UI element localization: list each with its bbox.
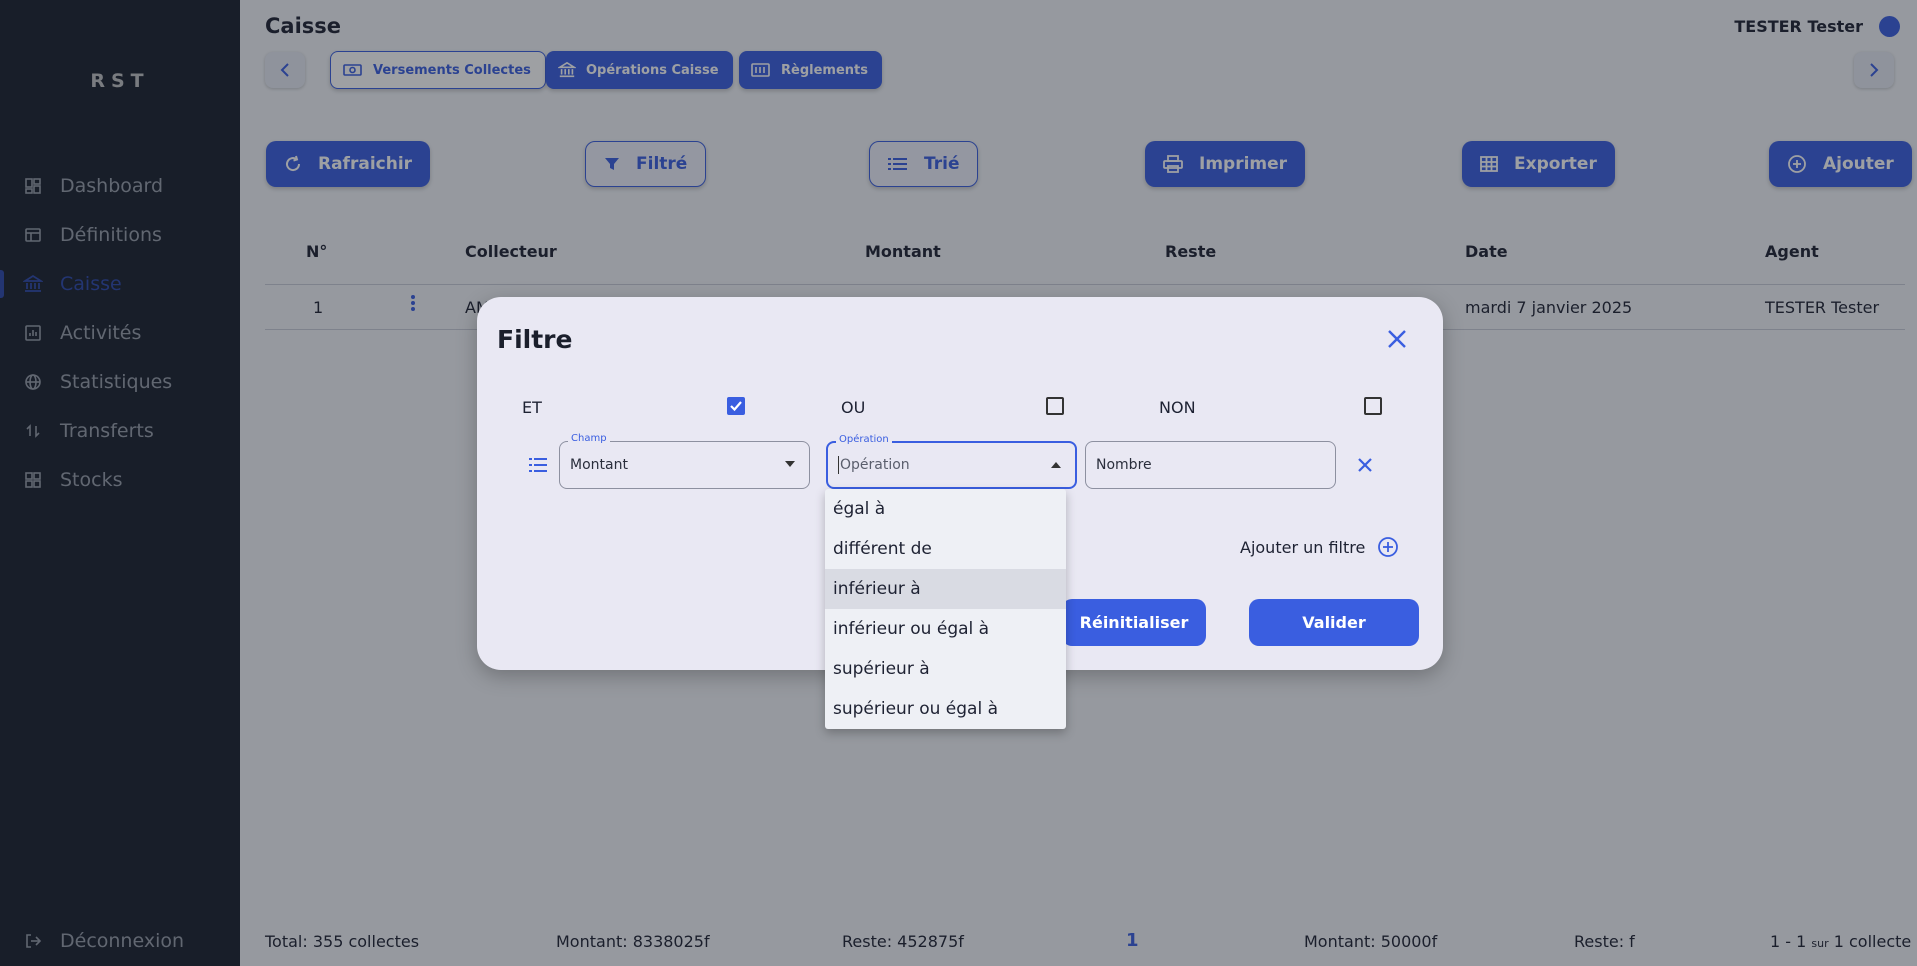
- add-filter-label: Ajouter un filtre: [1240, 537, 1366, 557]
- value-input[interactable]: Nombre: [1085, 441, 1336, 489]
- text-cursor: [838, 456, 839, 474]
- plus-circle-icon: [1377, 536, 1399, 558]
- list-icon: [529, 458, 547, 472]
- sidebar-backdrop: [0, 0, 240, 966]
- operation-placeholder: Opération: [840, 457, 910, 473]
- validate-button[interactable]: Valider: [1249, 599, 1419, 646]
- close-button[interactable]: [1387, 329, 1407, 349]
- logic-ou-label: OU: [841, 398, 866, 417]
- remove-filter-button[interactable]: [1357, 457, 1373, 477]
- option-superieur-egal[interactable]: supérieur ou égal à: [825, 689, 1066, 729]
- check-icon: [730, 401, 742, 412]
- logic-et-label: ET: [522, 398, 542, 417]
- reset-button[interactable]: Réinitialiser: [1062, 599, 1206, 646]
- operation-dropdown-menu: égal à différent de inférieur à inférieu…: [825, 489, 1066, 729]
- logic-ou-checkbox[interactable]: [1046, 397, 1064, 415]
- drag-handle[interactable]: [529, 457, 547, 476]
- logic-non-label: NON: [1159, 398, 1196, 417]
- operation-select[interactable]: Opération Opération: [826, 434, 1077, 489]
- option-different[interactable]: différent de: [825, 529, 1066, 569]
- operation-label: Opération: [836, 434, 892, 445]
- logic-non-checkbox[interactable]: [1364, 397, 1382, 415]
- close-icon: [1388, 330, 1406, 348]
- chevron-down-icon: [785, 461, 795, 467]
- option-egal[interactable]: égal à: [825, 489, 1066, 529]
- logic-et-checkbox[interactable]: [727, 397, 745, 415]
- option-inferieur[interactable]: inférieur à: [825, 569, 1066, 609]
- dialog-title: Filtre: [497, 325, 573, 354]
- close-icon: [1358, 458, 1372, 472]
- chevron-up-icon: [1051, 462, 1061, 468]
- champ-value: Montant: [570, 457, 628, 473]
- add-filter-button[interactable]: Ajouter un filtre: [1240, 536, 1399, 558]
- value-placeholder: Nombre: [1096, 457, 1152, 473]
- champ-select[interactable]: Champ Montant: [559, 433, 810, 489]
- option-superieur[interactable]: supérieur à: [825, 649, 1066, 689]
- option-inferieur-egal[interactable]: inférieur ou égal à: [825, 609, 1066, 649]
- champ-label: Champ: [568, 433, 610, 444]
